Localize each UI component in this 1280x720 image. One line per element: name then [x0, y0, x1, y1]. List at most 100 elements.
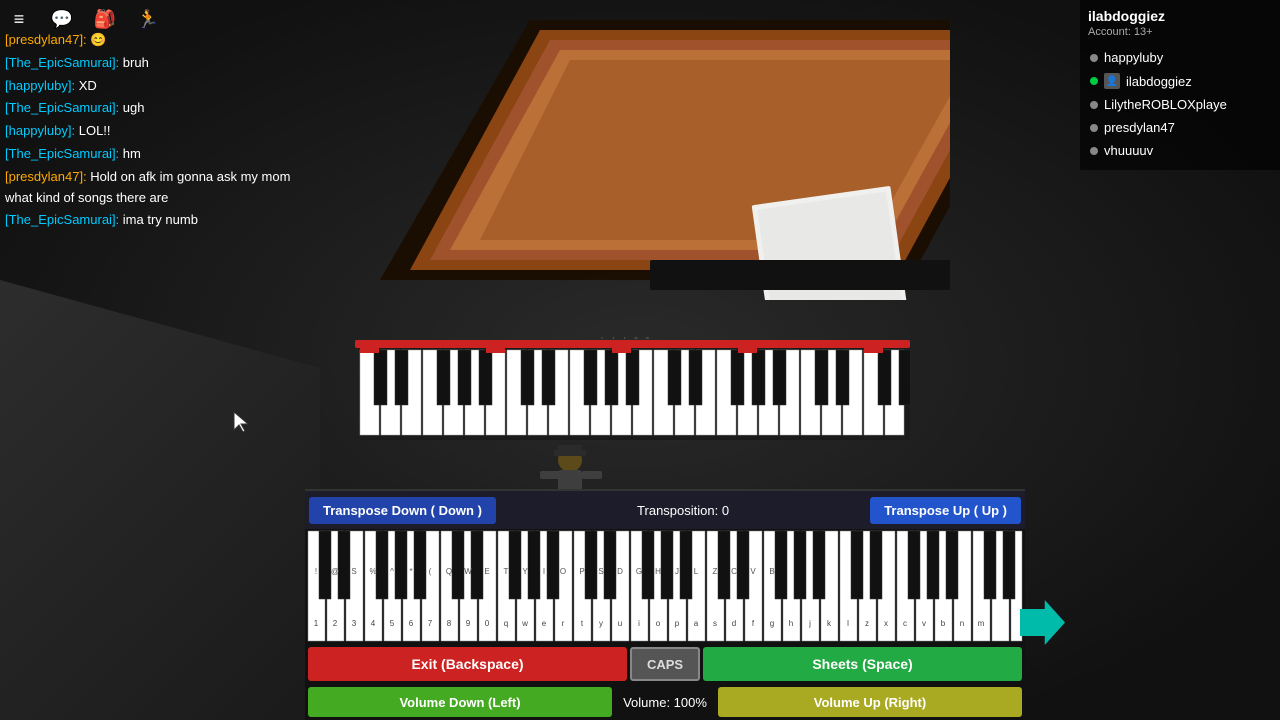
- sheets-button[interactable]: Sheets (Space): [703, 647, 1022, 681]
- cursor-arrow: [230, 410, 254, 434]
- svg-text:(: (: [429, 567, 432, 576]
- svg-text:x: x: [884, 619, 888, 628]
- svg-text:n: n: [960, 619, 964, 628]
- svg-text:Y: Y: [522, 567, 528, 576]
- user-list-item: vhuuuuv: [1088, 139, 1272, 162]
- svg-text:!: !: [315, 567, 317, 576]
- volume-bar: Volume Down (Left) Volume: 100% Volume U…: [305, 684, 1025, 720]
- svg-text:E: E: [484, 567, 489, 576]
- piano-top-area: [330, 0, 950, 300]
- svg-text:L: L: [694, 567, 699, 576]
- svg-text:e: e: [542, 619, 547, 628]
- chat-message: [presdylan47]: Hold on afk im gonna ask …: [5, 167, 315, 209]
- action-bar: Exit (Backspace) CAPS Sheets (Space): [305, 644, 1025, 684]
- dots-indicator: · · · - -: [600, 330, 651, 344]
- chat-message: [The_EpicSamurai]: ugh: [5, 98, 315, 119]
- transpose-bar: Transpose Down ( Down ) Transposition: 0…: [305, 491, 1025, 529]
- chat-message: [The_EpicSamurai]: bruh: [5, 53, 315, 74]
- chat-message: [happyluby]: LOL!!: [5, 121, 315, 142]
- user-list-item: happyluby: [1088, 46, 1272, 69]
- backpack-icon[interactable]: 🎒: [91, 5, 119, 33]
- svg-text:C: C: [731, 567, 737, 576]
- svg-text:W: W: [464, 567, 472, 576]
- user-status-dot: [1090, 147, 1098, 155]
- svg-text:T: T: [504, 567, 509, 576]
- chat-message: [The_EpicSamurai]: ima try numb: [5, 210, 315, 231]
- svg-text:7: 7: [428, 619, 433, 628]
- svg-text:4: 4: [371, 619, 376, 628]
- svg-text:y: y: [599, 619, 603, 628]
- svg-text:3: 3: [352, 619, 357, 628]
- svg-text:o: o: [656, 619, 661, 628]
- svg-text:b: b: [941, 619, 946, 628]
- svg-text:0: 0: [485, 619, 490, 628]
- user-status-dot: [1090, 54, 1098, 62]
- account-sub: Account: 13+: [1088, 26, 1272, 38]
- svg-text:h: h: [789, 619, 793, 628]
- piano-keys-overlay: ! @ S % ^ * ( Q W E T Y I O P S D G H J: [305, 529, 1025, 644]
- svg-text:g: g: [770, 619, 774, 628]
- svg-text:*: *: [409, 567, 412, 576]
- svg-text:D: D: [617, 567, 623, 576]
- svg-text:p: p: [675, 619, 680, 628]
- user-avatar-icon: 👤: [1104, 73, 1120, 89]
- menu-icon[interactable]: ≡: [5, 5, 33, 33]
- svg-text:^: ^: [390, 567, 394, 576]
- user-list-item: LilytheROBLOXplaye: [1088, 93, 1272, 116]
- svg-text:r: r: [562, 619, 565, 628]
- transpose-up-button[interactable]: Transpose Up ( Up ): [870, 497, 1021, 524]
- svg-text:S: S: [598, 567, 603, 576]
- chat-area: [presdylan47]: 😊 [The_EpicSamurai]: bruh…: [5, 30, 315, 233]
- svg-text:d: d: [732, 619, 736, 628]
- svg-text:2: 2: [333, 619, 338, 628]
- svg-text:c: c: [903, 619, 907, 628]
- svg-text:a: a: [694, 619, 699, 628]
- transpose-down-button[interactable]: Transpose Down ( Down ): [309, 497, 496, 524]
- svg-text:z: z: [865, 619, 869, 628]
- volume-down-button[interactable]: Volume Down (Left): [308, 687, 612, 717]
- chat-message: [The_EpicSamurai]: hm: [5, 144, 315, 165]
- caps-button[interactable]: CAPS: [630, 647, 700, 681]
- svg-text:%: %: [369, 567, 376, 576]
- top-bar: ≡ 💬 🎒 🏃: [5, 5, 162, 33]
- svg-text:S: S: [351, 567, 356, 576]
- svg-text:j: j: [808, 619, 811, 628]
- svg-text:J: J: [675, 567, 679, 576]
- chat-icon[interactable]: 💬: [48, 5, 76, 33]
- svg-text:G: G: [636, 567, 642, 576]
- volume-up-button[interactable]: Volume Up (Right): [718, 687, 1022, 717]
- character-icon[interactable]: 🏃: [134, 5, 162, 33]
- user-status-dot: [1090, 77, 1098, 85]
- svg-text:Z: Z: [713, 567, 718, 576]
- exit-button[interactable]: Exit (Backspace): [308, 647, 627, 681]
- svg-text:w: w: [521, 619, 528, 628]
- transpose-label: Transposition: 0: [500, 503, 866, 518]
- svg-text:m: m: [978, 619, 985, 628]
- svg-text:5: 5: [390, 619, 395, 628]
- svg-text:V: V: [750, 567, 756, 576]
- svg-text:s: s: [713, 619, 717, 628]
- user-list-item: presdylan47: [1088, 116, 1272, 139]
- svg-text:l: l: [847, 619, 849, 628]
- svg-text:u: u: [618, 619, 622, 628]
- svg-text:1: 1: [314, 619, 319, 628]
- svg-text:@: @: [331, 567, 339, 576]
- user-status-dot: [1090, 101, 1098, 109]
- user-status-dot: [1090, 124, 1098, 132]
- svg-text:v: v: [922, 619, 926, 628]
- user-panel: ilabdoggiez Account: 13+ happyluby 👤 ila…: [1080, 0, 1280, 170]
- svg-text:9: 9: [466, 619, 471, 628]
- volume-label: Volume: 100%: [615, 695, 715, 710]
- piano-overlay: Transpose Down ( Down ) Transposition: 0…: [305, 489, 1025, 720]
- svg-text:I: I: [543, 567, 545, 576]
- svg-text:q: q: [504, 619, 508, 628]
- piano-keys-3d: [355, 340, 910, 440]
- svg-text:B: B: [769, 567, 774, 576]
- svg-text:8: 8: [447, 619, 452, 628]
- chat-message: [happyluby]: XD: [5, 76, 315, 97]
- chat-message: [presdylan47]: 😊: [5, 30, 315, 51]
- account-name: ilabdoggiez: [1088, 8, 1272, 24]
- svg-text:O: O: [560, 567, 566, 576]
- svg-text:P: P: [579, 567, 584, 576]
- svg-text:H: H: [655, 567, 661, 576]
